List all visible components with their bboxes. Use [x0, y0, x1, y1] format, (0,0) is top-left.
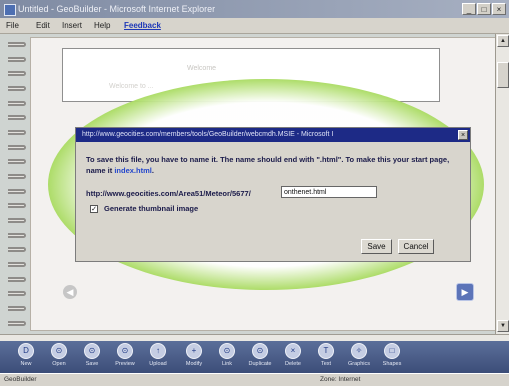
menu-bar: File Edit Insert Help Feedback	[0, 18, 509, 34]
menu-help[interactable]: Help	[94, 18, 110, 33]
upload-icon: ↑	[150, 343, 166, 359]
index-html-link: index.html	[114, 166, 152, 175]
toolbar-text[interactable]: T Text	[308, 343, 344, 373]
toolbar-modify[interactable]: + Modify	[176, 343, 212, 373]
toolbar-link[interactable]: ⊙ Link	[209, 343, 245, 373]
menu-file[interactable]: File	[6, 18, 19, 33]
ghost-text: Welcome	[187, 65, 217, 72]
new-page-icon: D	[18, 343, 34, 359]
modify-icon: +	[186, 343, 202, 359]
toolbar-shapes[interactable]: □ Shapes	[374, 343, 410, 373]
dialog-message-end: .	[151, 166, 154, 175]
status-text: GeoBuilder	[4, 376, 37, 383]
graphics-icon: ✧	[351, 343, 367, 359]
security-zone: Zone: Internet	[320, 376, 361, 383]
dialog-close-button[interactable]: ×	[458, 130, 468, 140]
minimize-button[interactable]: _	[462, 3, 476, 15]
toolbar-upload[interactable]: ↑ Upload	[140, 343, 176, 373]
filename-input[interactable]: onthenet.html	[281, 186, 377, 198]
save-button[interactable]: Save	[361, 239, 392, 254]
builder-toolbar: D New ⊙ Open ⊙ Save ⊙ Preview ↑ Upload + Modif…	[0, 341, 509, 373]
dialog-title: http://www.geocities.com/members/tools/G…	[82, 131, 334, 138]
toolbar-save[interactable]: ⊙ Save	[74, 343, 110, 373]
ghost-subtext: Welcome to ...	[109, 83, 154, 90]
next-page-arrow-icon[interactable]: ▶	[456, 283, 474, 301]
previous-page-arrow-icon[interactable]: ◀	[63, 285, 77, 299]
feedback-link[interactable]: Feedback	[124, 18, 161, 33]
dialog-message: To save this file, you have to name it. …	[86, 154, 462, 176]
menu-edit[interactable]: Edit	[36, 18, 50, 33]
text-icon: T	[318, 343, 334, 359]
app-icon	[4, 4, 16, 16]
menu-insert[interactable]: Insert	[62, 18, 82, 33]
thumbnail-checkbox[interactable]: ✓	[90, 205, 98, 213]
toolbar-delete[interactable]: × Delete	[275, 343, 311, 373]
maximize-button[interactable]: □	[477, 3, 491, 15]
toolbar-open[interactable]: ⊙ Open	[41, 343, 77, 373]
preview-icon: ⊙	[117, 343, 133, 359]
toolbar-new[interactable]: D New	[8, 343, 44, 373]
notebook-spiral	[8, 42, 26, 326]
window-title: Untitled - GeoBuilder - Microsoft Intern…	[18, 4, 216, 14]
save-dialog: http://www.geocities.com/members/tools/G…	[75, 127, 471, 262]
url-prefix-label: http://www.geocities.com/Area51/Meteor/5…	[86, 189, 251, 198]
toolbar-graphics[interactable]: ✧ Graphics	[341, 343, 377, 373]
link-icon: ⊙	[219, 343, 235, 359]
toolbar-preview[interactable]: ⊙ Preview	[107, 343, 143, 373]
window-title-bar: Untitled - GeoBuilder - Microsoft Intern…	[0, 0, 509, 18]
scroll-thumb[interactable]	[497, 62, 509, 88]
cancel-button[interactable]: Cancel	[398, 239, 434, 254]
horizontal-scrollbar[interactable]	[0, 334, 509, 341]
duplicate-icon: ⊙	[252, 343, 268, 359]
thumbnail-checkbox-label: Generate thumbnail image	[104, 204, 199, 213]
scroll-up-icon[interactable]: ▲	[497, 35, 509, 47]
shapes-icon: □	[384, 343, 400, 359]
toolbar-duplicate[interactable]: ⊙ Duplicate	[242, 343, 278, 373]
delete-icon: ×	[285, 343, 301, 359]
open-icon: ⊙	[51, 343, 67, 359]
dialog-title-bar: http://www.geocities.com/members/tools/G…	[76, 128, 470, 142]
scroll-down-icon[interactable]: ▼	[497, 320, 509, 332]
vertical-scrollbar[interactable]: ▲ ▼	[495, 34, 509, 334]
save-icon: ⊙	[84, 343, 100, 359]
status-bar: GeoBuilder Zone: Internet	[0, 373, 509, 386]
close-button[interactable]: ×	[492, 3, 506, 15]
